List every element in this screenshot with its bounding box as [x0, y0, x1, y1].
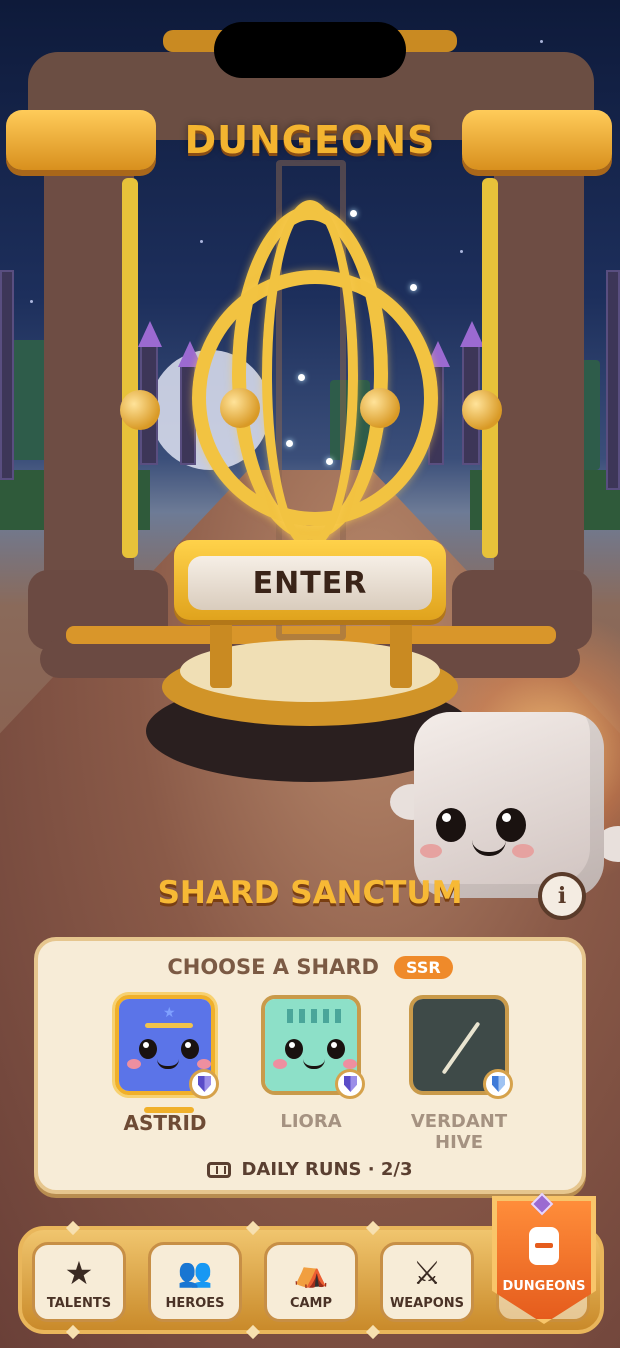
gold-rail — [482, 178, 498, 558]
shard-name: LIORA — [280, 1111, 342, 1132]
shard-verdant-hive[interactable]: VERDANT HIVE — [384, 995, 534, 1153]
sign-post — [390, 616, 412, 688]
tent-icon: ⛺ — [293, 1256, 329, 1289]
gate-pillar-right — [494, 160, 584, 580]
shard-portrait: ★ — [115, 995, 219, 1113]
nav-label: HEROES — [165, 1296, 225, 1311]
sparkle — [350, 210, 357, 217]
nav-label: CAMP — [289, 1296, 333, 1311]
shield-badge-icon — [335, 1069, 365, 1099]
nav-label: TALENTS — [46, 1296, 112, 1311]
tower — [0, 270, 14, 480]
star — [540, 40, 543, 43]
people-icon: 👥 — [177, 1256, 213, 1289]
star — [460, 250, 463, 253]
enter-button[interactable]: ENTER — [188, 556, 432, 610]
ticket-icon — [207, 1162, 232, 1178]
daily-runs: DAILY RUNS · 2/3 — [38, 1159, 582, 1180]
nav-weapons[interactable]: ⚔ WEAPONS — [380, 1242, 474, 1322]
portal-orb — [120, 390, 160, 430]
star — [200, 240, 203, 243]
choose-shard-heading: CHOOSE A SHARD — [167, 955, 379, 979]
backpack-icon — [529, 1227, 559, 1265]
page-title: DUNGEONS — [184, 118, 436, 162]
shard-liora[interactable]: LIORA — [236, 995, 386, 1132]
shard-name: VERDANT HIVE — [410, 1111, 508, 1153]
nav-label: WEAPONS — [389, 1296, 465, 1311]
crossed-swords-icon: ⚔ — [412, 1254, 442, 1292]
gate-pillar-left — [44, 160, 134, 580]
shard-astrid[interactable]: ★ ASTRID — [90, 995, 240, 1135]
shield-badge-icon — [483, 1069, 513, 1099]
star — [30, 300, 33, 303]
shard-panel: CHOOSE A SHARD SSR ★ ASTRID LIORA VERDAN… — [34, 937, 586, 1194]
device-notch — [214, 22, 406, 78]
shard-panel-header: CHOOSE A SHARD SSR — [38, 955, 582, 979]
sign-post — [210, 616, 232, 688]
nav-talents[interactable]: ★ TALENTS — [32, 1242, 126, 1322]
cube-mascot — [414, 712, 604, 898]
sparkle — [298, 374, 305, 381]
portal-ring — [262, 200, 358, 550]
sparkle — [286, 440, 293, 447]
shard-portrait — [409, 995, 513, 1099]
info-icon: i — [557, 883, 567, 909]
rarity-badge: SSR — [394, 955, 453, 979]
location-name: SHARD SANCTUM — [157, 875, 463, 911]
tower — [606, 270, 620, 490]
nav-camp[interactable]: ⛺ CAMP — [264, 1242, 358, 1322]
portal-orb — [462, 390, 502, 430]
gold-rail — [122, 178, 138, 558]
portal-orb — [360, 388, 400, 428]
selected-indicator — [144, 1107, 194, 1113]
portal-orb — [220, 388, 260, 428]
shard-name: ASTRID — [123, 1111, 207, 1135]
nav-label: DUNGEONS — [502, 1279, 586, 1294]
shield-badge-icon — [189, 1069, 219, 1099]
sparkle — [410, 284, 417, 291]
daily-runs-text: DAILY RUNS · 2/3 — [241, 1159, 413, 1180]
star-icon: ★ — [64, 1254, 94, 1292]
shard-portrait — [261, 995, 365, 1099]
info-button[interactable]: i — [538, 872, 586, 920]
sparkle — [326, 458, 333, 465]
nav-heroes[interactable]: 👥 HEROES — [148, 1242, 242, 1322]
